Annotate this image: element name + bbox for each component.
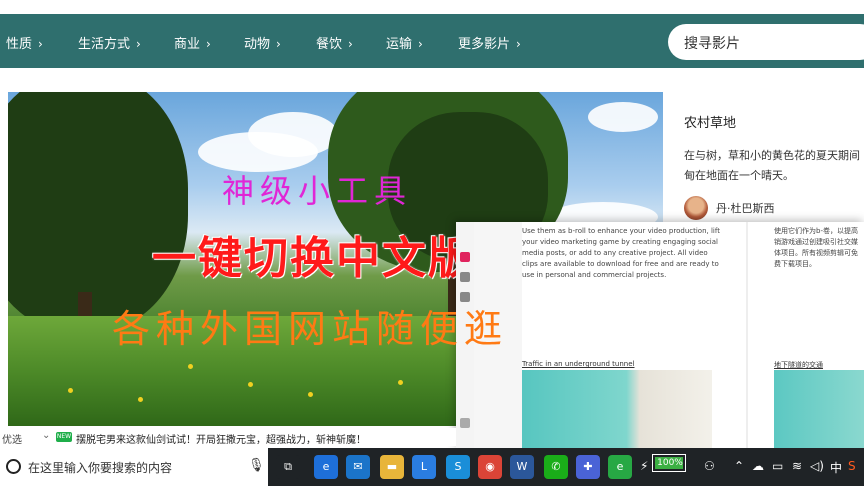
- search-input[interactable]: 搜寻影片: [668, 24, 864, 60]
- category-navbar: 性质 › 生活方式 › 商业 › 动物 › 餐饮 › 运输 › 更多影片 › 搜寻影片: [0, 14, 864, 68]
- chevron-right-icon: ›: [418, 37, 423, 51]
- clip-caption-english[interactable]: Traffic in an underground tunnel: [522, 360, 635, 368]
- author-name[interactable]: 丹·杜巴斯西: [716, 200, 775, 216]
- nav-item-nature[interactable]: 性质 ›: [6, 33, 43, 52]
- flower: [308, 392, 313, 397]
- cloud: [248, 112, 338, 157]
- heart-icon[interactable]: [460, 252, 470, 262]
- video-title: 农村草地: [684, 116, 737, 131]
- nav-item-more-videos[interactable]: 更多影片 ›: [458, 33, 521, 52]
- battery-indicator[interactable]: 100%: [652, 454, 686, 472]
- ime-indicator[interactable]: 中: [830, 459, 842, 476]
- plus-icon[interactable]: [460, 418, 470, 428]
- flower: [188, 364, 193, 369]
- battery-percent: 100%: [657, 458, 683, 468]
- nav-label: 生活方式: [78, 37, 131, 52]
- edge-icon[interactable]: e: [314, 455, 338, 479]
- nav-item-business[interactable]: 商业 ›: [174, 33, 211, 52]
- cloud-icon[interactable]: ☁: [752, 459, 764, 473]
- wechat-icon[interactable]: ✆: [544, 455, 568, 479]
- sogou-icon[interactable]: S: [848, 459, 856, 473]
- feiyu-icon[interactable]: S: [446, 455, 470, 479]
- chevron-down-icon[interactable]: ⌄: [42, 430, 50, 441]
- ticker-label: 优选: [2, 435, 22, 446]
- chevron-right-icon: ›: [38, 37, 43, 51]
- chevron-right-icon: ›: [348, 37, 353, 51]
- chevron-right-icon: ›: [516, 37, 521, 51]
- nav-item-lifestyle[interactable]: 生活方式 ›: [78, 33, 141, 52]
- chevron-up-icon[interactable]: ⌃: [734, 459, 744, 473]
- tree: [8, 92, 188, 332]
- volume-icon[interactable]: ◁): [810, 459, 824, 473]
- flower: [68, 388, 73, 393]
- nav-label: 动物: [244, 37, 271, 52]
- chinese-paragraph: 使用它们作为b-卷，以提高销游戏通过创建吸引社交媒体项目。所有视频剪辑可免费下载…: [774, 227, 858, 268]
- new-badge: NEW: [56, 432, 72, 442]
- people-icon[interactable]: ⚇: [704, 459, 715, 473]
- clip-caption-chinese[interactable]: 地下隧道的交通: [774, 360, 823, 370]
- column-divider: [746, 222, 748, 448]
- chevron-right-icon: ›: [276, 37, 281, 51]
- english-paragraph: Use them as b-roll to enhance your video…: [522, 227, 720, 279]
- lenovo-icon[interactable]: L: [412, 455, 436, 479]
- overlay-title-red: 一键切换中文版: [152, 233, 474, 284]
- tunnel-clip-thumbnail[interactable]: [522, 370, 712, 448]
- cortana-icon[interactable]: [6, 459, 21, 474]
- avatar[interactable]: [684, 196, 708, 220]
- translated-page-window: Use them as b-roll to enhance your video…: [456, 222, 864, 448]
- app-store-icon[interactable]: ✚: [576, 455, 600, 479]
- nav-item-transport[interactable]: 运输 ›: [386, 33, 423, 52]
- chevron-right-icon: ›: [136, 37, 141, 51]
- nav-label: 更多影片: [458, 37, 511, 52]
- flower: [398, 380, 403, 385]
- news-ticker[interactable]: 优选 ⌄ NEW 摆脱宅男来这款仙剑试试！开局狂撒元宝，超强战力，斩神斩魔！: [0, 428, 456, 446]
- flower: [248, 382, 253, 387]
- microphone-icon[interactable]: 🎙: [248, 458, 265, 473]
- nav-label: 性质: [6, 37, 33, 52]
- wifi-icon[interactable]: ≋: [792, 459, 802, 473]
- power-plug-icon[interactable]: ⚡: [640, 459, 648, 473]
- overlay-title-orange: 各种外国网站随便逛: [112, 307, 509, 351]
- nav-label: 运输: [386, 37, 413, 52]
- task-view-icon[interactable]: ⧉: [276, 455, 300, 479]
- overlay-title-magenta: 神级小工具: [222, 172, 413, 210]
- chevron-right-icon: ›: [206, 37, 211, 51]
- word-icon[interactable]: W: [510, 455, 534, 479]
- cloud: [588, 102, 658, 132]
- nav-item-animals[interactable]: 动物 ›: [244, 33, 281, 52]
- taskbar: 在这里输入你要搜索的内容 🎙 ⧉ e ✉ ▬ L S ◉ W ✆ ✚ e ⚡ 100% ⚇ ⌃ ☁ …: [0, 448, 864, 486]
- nav-item-food[interactable]: 餐饮 ›: [316, 33, 353, 52]
- battery-icon[interactable]: ▭: [772, 459, 783, 473]
- chrome-icon[interactable]: ◉: [478, 455, 502, 479]
- flower: [138, 397, 143, 402]
- 360-icon[interactable]: e: [608, 455, 632, 479]
- video-description: 在与树，草和小的黄色花的夏天期间甸在地面在一个晴天。: [684, 149, 860, 182]
- tunnel-clip-thumbnail-translated[interactable]: [774, 370, 864, 448]
- grid-icon[interactable]: [460, 272, 470, 282]
- taskbar-search-box[interactable]: 在这里输入你要搜索的内容 🎙: [0, 448, 268, 486]
- taskbar-search-text: 在这里输入你要搜索的内容: [28, 461, 173, 475]
- search-placeholder: 搜寻影片: [684, 36, 740, 52]
- nav-label: 餐饮: [316, 37, 343, 52]
- ticker-headline[interactable]: 摆脱宅男来这款仙剑试试！开局狂撒元宝，超强战力，斩神斩魔！: [76, 431, 366, 446]
- nav-label: 商业: [174, 37, 201, 52]
- file-explorer-icon[interactable]: ▬: [380, 455, 404, 479]
- top-strip: [0, 0, 864, 14]
- mail-icon[interactable]: ✉: [346, 455, 370, 479]
